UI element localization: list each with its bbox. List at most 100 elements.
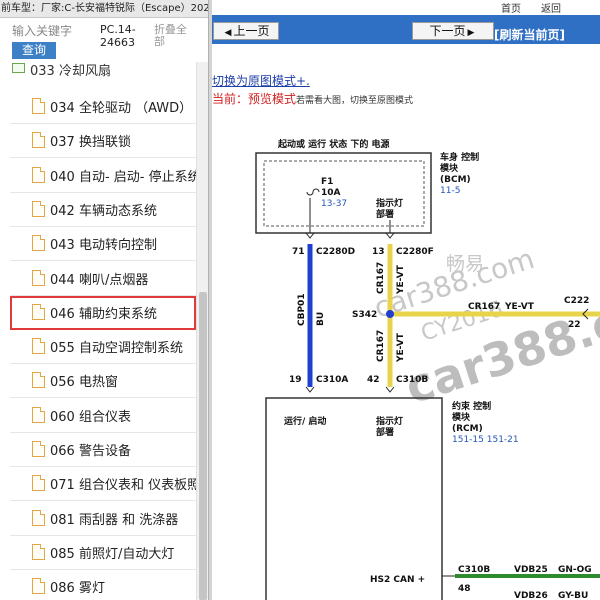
fold-all-link[interactable]: 折叠全部 bbox=[154, 24, 194, 48]
splice-label: S342 bbox=[352, 310, 377, 320]
tree-item[interactable]: 044 喇叭/点烟器 bbox=[10, 261, 196, 296]
switch-mode-link[interactable]: 切换为原图模式+. bbox=[212, 72, 310, 89]
tree-folder[interactable]: 033 冷却风扇 bbox=[10, 62, 196, 88]
tree-item[interactable]: 056 电热窗 bbox=[10, 364, 196, 399]
tree-item-label: 066 警告设备 bbox=[50, 444, 131, 459]
left-panel: 前车型：厂家:C-长安福特锐际（Escape）2020 查询 PC.14-246… bbox=[0, 0, 208, 600]
document-icon bbox=[32, 166, 45, 183]
tree-item[interactable]: 086 雾灯 bbox=[10, 570, 196, 600]
home-button[interactable]: 首页 bbox=[501, 0, 521, 15]
wire-color-label: YE-VT bbox=[504, 302, 535, 312]
rcm-indicator-label: 部署 bbox=[376, 426, 394, 438]
tree-item-label: 081 雨刮器 和 洗涤器 bbox=[50, 512, 179, 528]
bcm-title: 模块 bbox=[440, 162, 459, 174]
fuse-ref: 13-37 bbox=[321, 199, 347, 209]
document-icon bbox=[32, 543, 45, 560]
document-icon bbox=[32, 372, 45, 389]
document-icon bbox=[32, 98, 45, 114]
hs2-can-label: HS2 CAN + bbox=[370, 575, 425, 585]
bcm-indicator-label: 指示灯 bbox=[376, 197, 403, 209]
tree-item[interactable]: 085 前照灯/自动大灯 bbox=[10, 535, 196, 570]
document-icon bbox=[32, 303, 45, 320]
vehicle-title-bar: 前车型：厂家:C-长安福特锐际（Escape）2020 bbox=[0, 0, 208, 18]
nav-bar: ◀ 上一页 下一页 ▶ [刷新当前页] bbox=[212, 15, 600, 44]
rcm-indicator-label: 指示灯 bbox=[376, 415, 403, 427]
pin-number: 42 bbox=[367, 375, 380, 385]
connector-label: C2280D bbox=[316, 247, 355, 257]
pin-arrow-icon bbox=[385, 386, 395, 393]
connector-label: C310A bbox=[316, 375, 348, 385]
pin-number: 48 bbox=[458, 584, 471, 594]
fuse-rating: 10A bbox=[321, 188, 341, 198]
wire-color-label: GY-BU bbox=[558, 591, 588, 600]
wire-id-label: CR167 bbox=[376, 330, 386, 362]
prev-page-label: 上一页 bbox=[233, 24, 270, 38]
rcm-ref: 151-15 151-21 bbox=[452, 435, 519, 445]
pin-number: 13 bbox=[372, 247, 385, 257]
wire-id-label: CBP01 bbox=[297, 293, 307, 326]
keyword-input[interactable] bbox=[12, 23, 92, 39]
bcm-indicator-label: 部署 bbox=[376, 208, 394, 220]
next-page-button[interactable]: 下一页 ▶ bbox=[412, 22, 494, 40]
tree-item[interactable]: 055 自动空调控制系统 bbox=[10, 330, 196, 365]
bcm-header: 起动或 运行 状态 下的 电源 bbox=[277, 138, 390, 150]
tree-item-label: 037 换挡联锁 bbox=[50, 135, 131, 151]
tree-item[interactable]: 060 组合仪表 bbox=[10, 398, 196, 433]
document-icon bbox=[32, 475, 45, 492]
tree-item[interactable]: 040 自动- 启动- 停止系统 bbox=[10, 158, 196, 193]
refresh-page-link[interactable]: [刷新当前页] bbox=[494, 26, 565, 43]
rcm-title: 模块 bbox=[452, 411, 471, 423]
rcm-run-label: 运行/ 启动 bbox=[284, 415, 326, 427]
triangle-left-icon: ◀ bbox=[224, 28, 232, 38]
connector-label: C310B bbox=[458, 565, 490, 575]
document-icon bbox=[32, 578, 45, 595]
tree-item[interactable]: 046 辅助约束系统 bbox=[10, 295, 196, 330]
scrollbar-thumb[interactable] bbox=[199, 292, 207, 600]
document-icon bbox=[32, 200, 45, 217]
bcm-ref: 11-5 bbox=[440, 186, 460, 196]
document-icon bbox=[32, 509, 45, 526]
bcm-box bbox=[255, 152, 432, 234]
bcm-title: (BCM) bbox=[440, 175, 471, 185]
splice-dot bbox=[386, 310, 394, 318]
tree-folder-label: 033 冷却风扇 bbox=[30, 64, 111, 79]
query-button[interactable]: 查询 bbox=[12, 42, 56, 59]
document-icon bbox=[32, 338, 45, 355]
document-icon bbox=[32, 269, 45, 286]
document-icon bbox=[32, 406, 45, 423]
tree-item-label: 060 组合仪表 bbox=[50, 409, 131, 425]
tree-item-label: 056 电热窗 bbox=[50, 375, 118, 391]
bcm-title: 车身 控制 bbox=[440, 151, 479, 163]
vehicle-title: 前车型：厂家:C-长安福特锐际（Escape）2020 bbox=[1, 3, 208, 14]
triangle-right-icon: ▶ bbox=[467, 28, 475, 38]
back-button[interactable]: 返回 bbox=[541, 0, 561, 15]
tree-scrollbar[interactable] bbox=[196, 62, 208, 600]
fuse-icon bbox=[306, 188, 320, 196]
tree-item[interactable]: 042 车辆动态系统 bbox=[10, 192, 196, 227]
document-icon bbox=[32, 441, 45, 457]
search-area: 查询 PC.14-24663 折叠全部 bbox=[0, 18, 208, 62]
connector-label: C2280F bbox=[396, 247, 434, 257]
tree-item-label: 085 前照灯/自动大灯 bbox=[50, 546, 175, 562]
tree-item[interactable]: 043 电动转向控制 bbox=[10, 227, 196, 262]
document-icon bbox=[32, 132, 45, 149]
wire-id-label: VDB26 bbox=[514, 591, 548, 600]
rcm-title: 约束 控制 bbox=[452, 400, 491, 412]
prev-page-button[interactable]: ◀ 上一页 bbox=[213, 22, 279, 40]
tree-item[interactable]: 066 警告设备 bbox=[10, 433, 196, 467]
bcm-inner-box bbox=[263, 160, 425, 227]
pin-number: 22 bbox=[568, 320, 581, 330]
tree-item-label: 044 喇叭/点烟器 bbox=[50, 272, 149, 288]
next-page-label: 下一页 bbox=[429, 24, 466, 38]
rcm-box bbox=[265, 397, 443, 600]
tree-item[interactable]: 071 组合仪表和 仪表板照明 bbox=[10, 467, 196, 502]
tree-item-label: 040 自动- 启动- 停止系统 bbox=[50, 169, 196, 185]
wire-id-label: CR167 bbox=[376, 262, 386, 294]
right-panel: 首页 返回 ◀ 上一页 下一页 ▶ [刷新当前页] 切换为原图模式+. 当前：预览模… bbox=[212, 0, 600, 600]
tree-item[interactable]: 034 全轮驱动 （AWD） bbox=[10, 90, 196, 124]
tree-item[interactable]: 037 换挡联锁 bbox=[10, 124, 196, 159]
tree-item-label: 042 车辆动态系统 bbox=[50, 203, 157, 219]
home-strip: 首页 返回 bbox=[212, 0, 600, 15]
tree-item[interactable]: 081 雨刮器 和 洗涤器 bbox=[10, 501, 196, 536]
connector-label: C222 bbox=[564, 296, 589, 306]
